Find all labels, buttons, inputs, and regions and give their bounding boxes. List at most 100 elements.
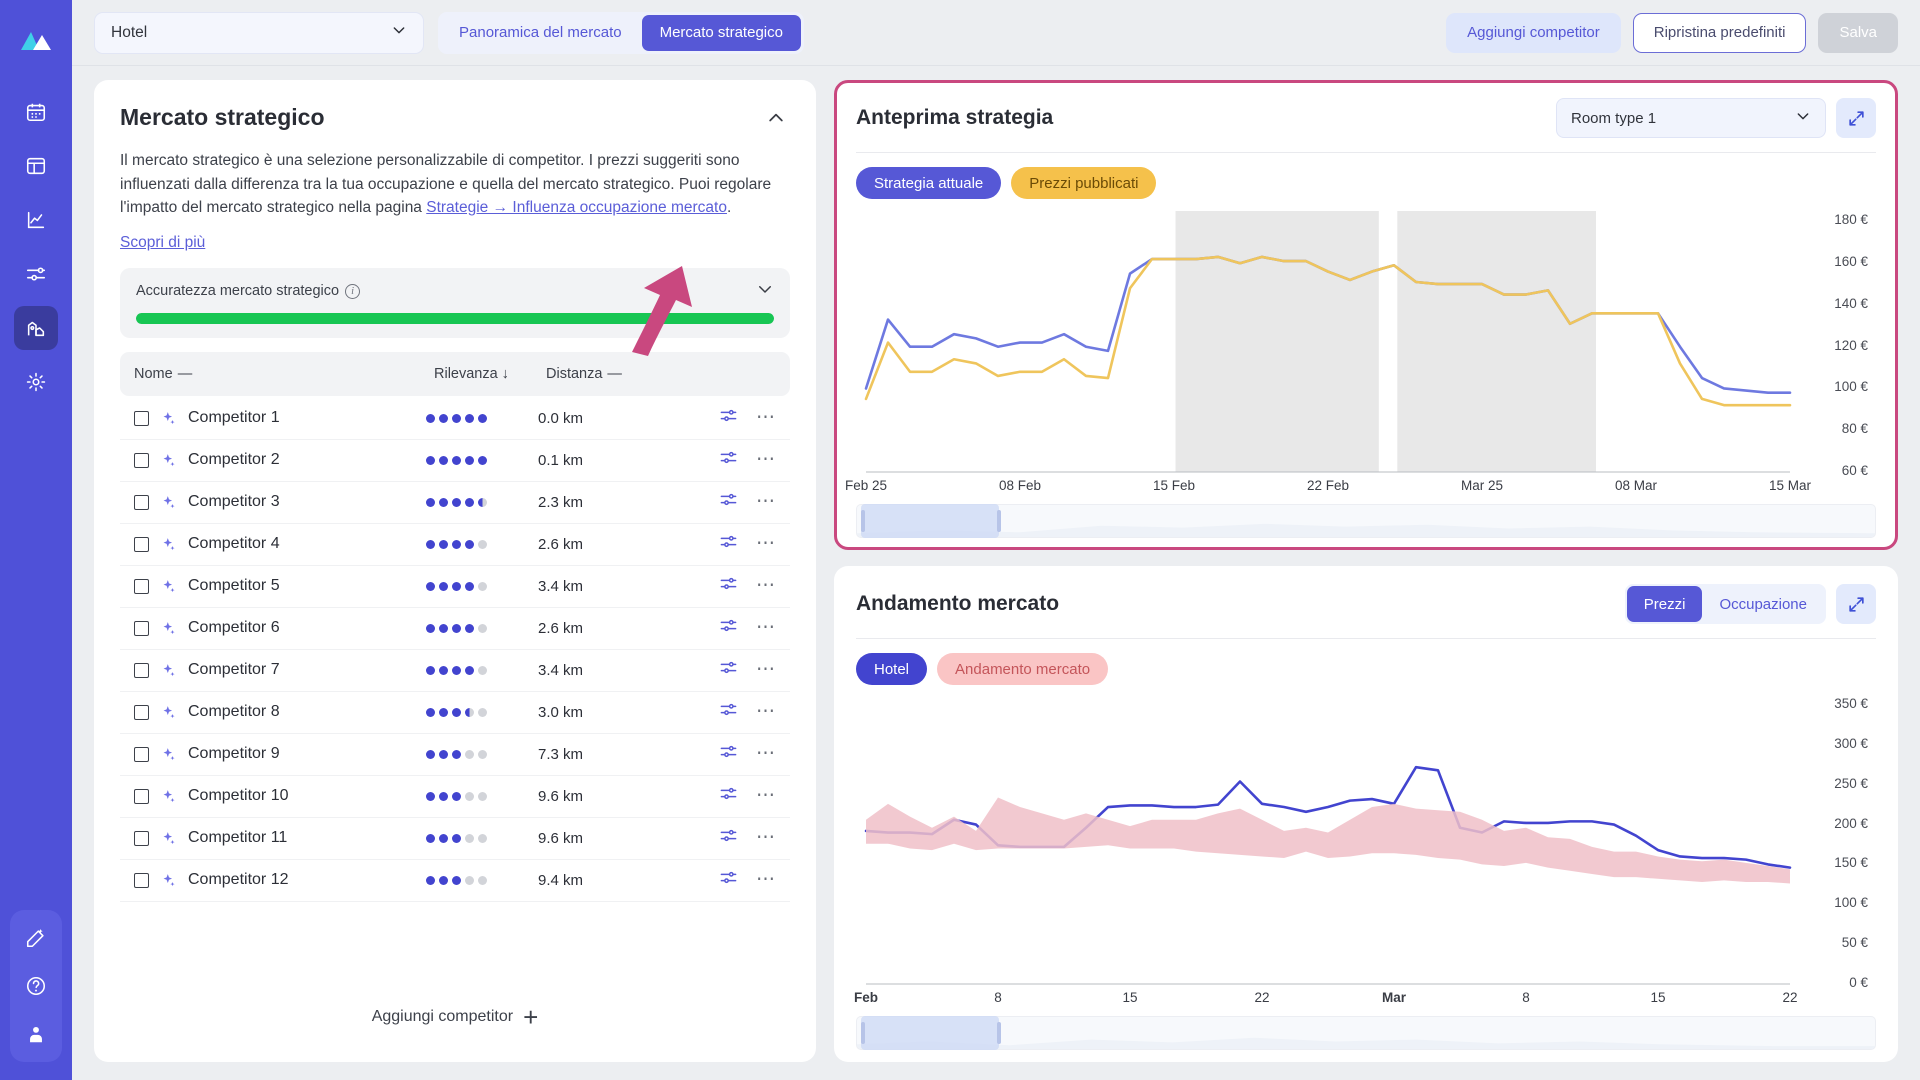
- row-more-icon[interactable]: ⋯: [756, 786, 776, 806]
- row-sliders-icon[interactable]: [719, 868, 738, 892]
- row-sliders-icon[interactable]: [719, 658, 738, 682]
- mountain-logo-icon[interactable]: [14, 18, 58, 62]
- row-checkbox[interactable]: [134, 746, 149, 762]
- row-sliders-icon[interactable]: [719, 406, 738, 430]
- strategy-preview-chart[interactable]: 180 € 160 € 140 € 120 € 100 € 80 € 60 € Feb 25 0…: [845, 203, 1876, 500]
- sidebar-item-calendar[interactable]: [14, 90, 58, 134]
- table-row[interactable]: Competitor 12 9.4 km ⋯: [120, 860, 790, 902]
- table-row[interactable]: Competitor 3 2.3 km ⋯: [120, 482, 790, 524]
- row-sliders-icon[interactable]: [719, 448, 738, 472]
- help-circle-icon[interactable]: [14, 964, 58, 1008]
- expand-icon[interactable]: [1836, 98, 1876, 138]
- row-more-icon[interactable]: ⋯: [756, 534, 776, 554]
- sidebar-item-strategies[interactable]: [14, 252, 58, 296]
- user-icon[interactable]: [14, 1012, 58, 1056]
- expand-icon[interactable]: [1836, 584, 1876, 624]
- property-select[interactable]: Hotel: [94, 11, 424, 54]
- table-row[interactable]: Competitor 5 3.4 km ⋯: [120, 566, 790, 608]
- row-checkbox[interactable]: [134, 662, 149, 678]
- add-competitor-button[interactable]: Aggiungi competitor: [1446, 12, 1621, 53]
- brush-handle-right[interactable]: [996, 510, 1001, 532]
- row-checkbox[interactable]: [134, 788, 149, 804]
- brush-handle-left[interactable]: [861, 510, 866, 532]
- row-more-icon[interactable]: ⋯: [756, 618, 776, 638]
- legend-chip-prezzi-pubblicati[interactable]: Prezzi pubblicati: [1011, 167, 1157, 199]
- table-row[interactable]: Competitor 9 7.3 km ⋯: [120, 734, 790, 776]
- brush-handle-right[interactable]: [996, 1022, 1001, 1044]
- magic-wand-icon[interactable]: [14, 916, 58, 960]
- room-type-select[interactable]: Room type 1: [1556, 98, 1826, 138]
- row-checkbox[interactable]: [134, 578, 149, 594]
- relevance-dot: [439, 875, 448, 885]
- table-row[interactable]: Competitor 7 3.4 km ⋯: [120, 650, 790, 692]
- add-competitor-footer-button[interactable]: Aggiungi competitor +: [120, 990, 790, 1044]
- row-more-icon[interactable]: ⋯: [756, 744, 776, 764]
- column-header-distance[interactable]: Distanza —: [546, 366, 622, 382]
- row-more-icon[interactable]: ⋯: [756, 450, 776, 470]
- row-checkbox[interactable]: [134, 452, 149, 468]
- row-more-icon[interactable]: ⋯: [756, 870, 776, 890]
- row-more-icon[interactable]: ⋯: [756, 576, 776, 596]
- row-sliders-icon[interactable]: [719, 742, 738, 766]
- market-trend-chart[interactable]: 350 € 300 € 250 € 200 € 150 € 100 € 50 € 0 € Feb…: [854, 689, 1876, 1012]
- save-button[interactable]: Salva: [1818, 12, 1898, 53]
- row-checkbox[interactable]: [134, 536, 149, 552]
- row-more-icon[interactable]: ⋯: [756, 702, 776, 722]
- reset-defaults-button[interactable]: Ripristina predefiniti: [1632, 12, 1807, 53]
- row-checkbox[interactable]: [134, 620, 149, 636]
- row-checkbox[interactable]: [134, 830, 149, 846]
- column-header-relevance[interactable]: Rilevanza ↓: [434, 366, 546, 382]
- market-chart-brush[interactable]: [856, 1016, 1876, 1050]
- column-header-name[interactable]: Nome —: [134, 366, 434, 382]
- table-row[interactable]: Competitor 4 2.6 km ⋯: [120, 524, 790, 566]
- legend-chip-andamento-mercato[interactable]: Andamento mercato: [937, 653, 1109, 685]
- row-more-icon[interactable]: ⋯: [756, 408, 776, 428]
- collapse-chevron-up-icon[interactable]: [762, 104, 790, 135]
- sidebar-item-dashboard[interactable]: [14, 144, 58, 188]
- y-axis-tick-label: 80 €: [1841, 421, 1868, 437]
- y-axis-tick-label: 100 €: [1834, 379, 1868, 395]
- row-sliders-icon[interactable]: [719, 490, 738, 514]
- relevance-dot: [439, 413, 448, 423]
- table-row[interactable]: Competitor 10 9.6 km ⋯: [120, 776, 790, 818]
- occupancy-influence-link[interactable]: Strategie → Influenza occupazione mercat…: [426, 199, 727, 216]
- add-competitor-footer-label: Aggiungi competitor: [371, 1008, 514, 1025]
- legend-chip-strategia-attuale[interactable]: Strategia attuale: [856, 167, 1002, 199]
- row-more-icon[interactable]: ⋯: [756, 660, 776, 680]
- row-sliders-icon[interactable]: [719, 574, 738, 598]
- strategy-chart-brush[interactable]: [856, 504, 1876, 538]
- row-sliders-icon[interactable]: [719, 826, 738, 850]
- legend-chip-hotel[interactable]: Hotel: [856, 653, 928, 685]
- tab-mercato-strategico[interactable]: Mercato strategico: [641, 14, 801, 51]
- competitor-distance: 0.1 km: [538, 451, 584, 469]
- brush-track: [856, 1016, 1876, 1050]
- row-checkbox[interactable]: [134, 494, 149, 510]
- row-sliders-icon[interactable]: [719, 616, 738, 640]
- brush-window[interactable]: [861, 504, 999, 538]
- row-checkbox[interactable]: [134, 410, 149, 426]
- learn-more-link[interactable]: Scopri di più: [120, 234, 205, 251]
- brush-handle-left[interactable]: [861, 1022, 866, 1044]
- table-row[interactable]: Competitor 1 0.0 km ⋯: [120, 398, 790, 440]
- table-row[interactable]: Competitor 8 3.0 km ⋯: [120, 692, 790, 734]
- row-more-icon[interactable]: ⋯: [756, 492, 776, 512]
- row-sliders-icon[interactable]: [719, 700, 738, 724]
- table-row[interactable]: Competitor 11 9.6 km ⋯: [120, 818, 790, 860]
- row-more-icon[interactable]: ⋯: [756, 828, 776, 848]
- accuracy-chevron-down-icon[interactable]: [756, 280, 774, 303]
- brush-window[interactable]: [861, 1016, 999, 1050]
- sidebar-item-settings[interactable]: [14, 360, 58, 404]
- table-row[interactable]: Competitor 2 0.1 km ⋯: [120, 440, 790, 482]
- toggle-occupazione[interactable]: Occupazione: [1702, 586, 1824, 622]
- row-checkbox[interactable]: [134, 704, 149, 720]
- sidebar-item-performance[interactable]: [14, 198, 58, 242]
- tab-panoramica-del-mercato[interactable]: Panoramica del mercato: [441, 15, 640, 51]
- row-sliders-icon[interactable]: [719, 784, 738, 808]
- sidebar-item-market[interactable]: [14, 306, 58, 350]
- row-sliders-icon[interactable]: [719, 532, 738, 556]
- toggle-prezzi[interactable]: Prezzi: [1626, 586, 1703, 622]
- info-icon[interactable]: i: [345, 283, 361, 299]
- table-row[interactable]: Competitor 6 2.6 km ⋯: [120, 608, 790, 650]
- relevance-dot: [452, 623, 461, 633]
- row-checkbox[interactable]: [134, 872, 149, 888]
